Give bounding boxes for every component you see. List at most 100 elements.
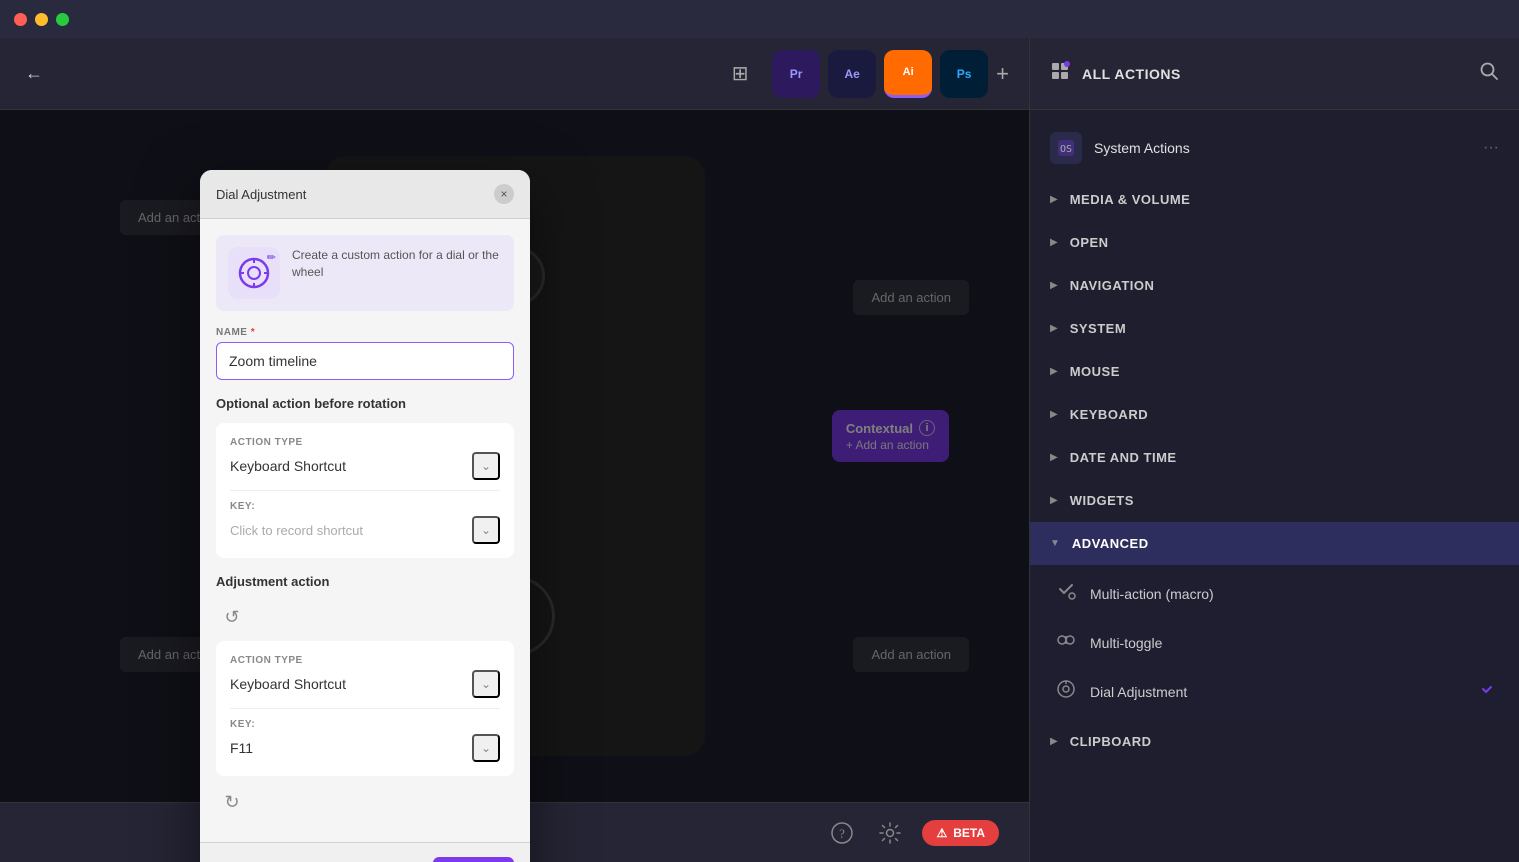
modal-description: Create a custom action for a dial or the… [292, 247, 502, 281]
modal-body[interactable]: ✏ Create a custom action for a dial or t… [200, 219, 530, 842]
optional-action-card: ACTION TYPE Keyboard Shortcut ⌄ KEY: Cli… [216, 423, 514, 558]
advanced-item-dial-adjustment[interactable]: Dial Adjustment [1030, 667, 1519, 716]
advanced-label: ADVANCED [1072, 536, 1149, 551]
app-icon-grid[interactable]: ⊞ [716, 50, 764, 98]
date-time-label: DATE AND TIME [1070, 450, 1177, 465]
sidebar-item-system[interactable]: ▶ SYSTEM [1030, 307, 1519, 350]
system-label: SYSTEM [1070, 321, 1126, 336]
multi-action-label: Multi-action (macro) [1090, 586, 1214, 602]
system-actions-label: System Actions [1094, 140, 1190, 156]
optional-action-type-value: Keyboard Shortcut [230, 458, 346, 474]
advanced-item-multi-toggle[interactable]: Multi-toggle [1030, 618, 1519, 667]
keyboard-label: KEYBOARD [1070, 407, 1148, 422]
multi-toggle-label: Multi-toggle [1090, 635, 1162, 651]
sidebar-item-open[interactable]: ▶ OPEN [1030, 221, 1519, 264]
dial-adjustment-icon [1054, 679, 1078, 704]
optional-action-type-label: ACTION TYPE [230, 437, 303, 448]
adjustment-section-title: Adjustment action [216, 574, 514, 589]
maximize-button[interactable] [56, 13, 69, 26]
help-button[interactable]: ? [826, 817, 858, 849]
sidebar-item-advanced[interactable]: ▼ ADVANCED [1030, 522, 1519, 565]
system-chevron: ▶ [1050, 323, 1058, 334]
settings-button[interactable] [874, 817, 906, 849]
rotation-icon-bottom: ↻ [216, 786, 248, 818]
advanced-chevron: ▼ [1050, 538, 1060, 549]
optional-section-title: Optional action before rotation [216, 396, 514, 411]
adjustment-key-chevron[interactable]: ⌄ [472, 734, 500, 762]
minimize-button[interactable] [35, 13, 48, 26]
sidebar-item-mouse[interactable]: ▶ MOUSE [1030, 350, 1519, 393]
app-icon-premiere[interactable]: Pr [772, 50, 820, 98]
modal-close-button[interactable]: × [494, 184, 514, 204]
keyboard-chevron: ▶ [1050, 409, 1058, 420]
toolbar: ← ⊞ Pr Ae Ai Ps + [0, 38, 1029, 110]
name-input[interactable] [216, 342, 514, 380]
help-icon: ? [831, 822, 853, 844]
navigation-label: NAVIGATION [1070, 278, 1155, 293]
dial-description-area: ✏ Create a custom action for a dial or t… [216, 235, 514, 311]
open-label: OPEN [1070, 235, 1109, 250]
optional-key-placeholder[interactable]: Click to record shortcut [230, 523, 363, 538]
widgets-chevron: ▶ [1050, 495, 1058, 506]
add-app-button[interactable]: + [996, 61, 1009, 87]
advanced-item-multi-action[interactable]: Multi-action (macro) [1030, 569, 1519, 618]
system-actions-more-icon[interactable]: ··· [1483, 139, 1499, 157]
settings-icon [879, 822, 901, 844]
multi-action-icon [1054, 581, 1078, 606]
adjustment-key-label: KEY: [230, 719, 500, 730]
sidebar-item-date-time[interactable]: ▶ DATE AND TIME [1030, 436, 1519, 479]
optional-key-chevron[interactable]: ⌄ [472, 516, 500, 544]
back-button[interactable]: ← [20, 60, 48, 88]
open-chevron: ▶ [1050, 237, 1058, 248]
mouse-label: MOUSE [1070, 364, 1120, 379]
right-panel: ALL ACTIONS OS System Act [1029, 38, 1519, 862]
panel-sections: OS System Actions ··· ▶ MEDIA & VOLUME ▶… [1030, 110, 1519, 862]
rotation-icon-top: ↺ [216, 601, 248, 633]
svg-text:OS: OS [1060, 144, 1072, 155]
advanced-items: Multi-action (macro) Multi-toggle [1030, 565, 1519, 720]
modal-overlay: Dial Adjustment × [0, 110, 1029, 802]
sidebar-item-system-actions[interactable]: OS System Actions ··· [1030, 118, 1519, 178]
beta-badge: ⚠ BETA [922, 820, 999, 846]
canvas: Add an action Add an action Add an actio… [0, 110, 1029, 802]
adjustment-action-type-value: Keyboard Shortcut [230, 676, 346, 692]
sidebar-item-clipboard[interactable]: ▶ CLIPBOARD [1030, 720, 1519, 763]
date-time-chevron: ▶ [1050, 452, 1058, 463]
navigation-chevron: ▶ [1050, 280, 1058, 291]
media-volume-label: MEDIA & VOLUME [1070, 192, 1191, 207]
multi-toggle-icon [1054, 630, 1078, 655]
app-icon-photoshop[interactable]: Ps [940, 50, 988, 98]
optional-action-type-chevron[interactable]: ⌄ [472, 452, 500, 480]
app-icon-illustrator[interactable]: Ai [884, 50, 932, 98]
search-icon [1479, 61, 1499, 81]
media-volume-chevron: ▶ [1050, 194, 1058, 205]
adjustment-action-type-chevron[interactable]: ⌄ [472, 670, 500, 698]
adjustment-key-value[interactable]: F11 [230, 740, 253, 756]
optional-key-label: KEY: [230, 501, 500, 512]
search-button[interactable] [1479, 61, 1499, 86]
sidebar-item-keyboard[interactable]: ▶ KEYBOARD [1030, 393, 1519, 436]
system-actions-icon: OS [1050, 132, 1082, 164]
panel-grid-icon [1050, 61, 1070, 87]
clipboard-label: CLIPBOARD [1070, 734, 1152, 749]
close-button[interactable] [14, 13, 27, 26]
dial-icon-box: ✏ [228, 247, 280, 299]
adjustment-action-card: ACTION TYPE Keyboard Shortcut ⌄ KEY: F11 [216, 641, 514, 776]
cancel-button[interactable]: CANCEL [331, 858, 421, 862]
panel-title: ALL ACTIONS [1082, 66, 1181, 82]
sidebar-item-navigation[interactable]: ▶ NAVIGATION [1030, 264, 1519, 307]
sidebar-item-media-volume[interactable]: ▶ MEDIA & VOLUME [1030, 178, 1519, 221]
main-layout: ← ⊞ Pr Ae Ai Ps + [0, 38, 1519, 862]
mouse-chevron: ▶ [1050, 366, 1058, 377]
save-button[interactable]: SAVE [433, 857, 514, 862]
dial-adjustment-modal: Dial Adjustment × [200, 170, 530, 862]
dial-adjustment-label: Dial Adjustment [1090, 684, 1187, 700]
sidebar-item-widgets[interactable]: ▶ WIDGETS [1030, 479, 1519, 522]
modal-header: Dial Adjustment × [200, 170, 530, 219]
widgets-label: WIDGETS [1070, 493, 1134, 508]
titlebar [0, 0, 1519, 38]
svg-text:?: ? [840, 826, 846, 841]
modal-title: Dial Adjustment [216, 187, 306, 202]
panel-header: ALL ACTIONS [1030, 38, 1519, 110]
app-icon-aftereffects[interactable]: Ae [828, 50, 876, 98]
